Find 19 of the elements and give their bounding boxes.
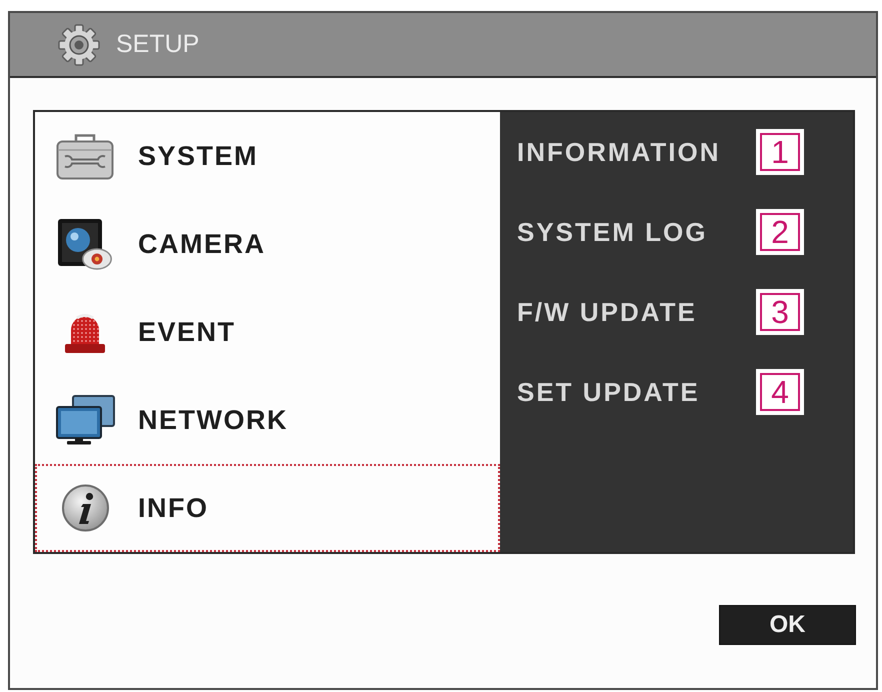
callout-number: 2 [756,209,804,255]
camera-icon [58,218,112,270]
submenu-item[interactable]: INFORMATION [517,136,720,168]
submenu-item[interactable]: SET UPDATE [517,376,700,408]
submenu-item[interactable]: SYSTEM LOG [517,216,708,248]
callout-number: 4 [756,369,804,415]
toolbox-icon [56,132,114,180]
submenu-item[interactable]: F/W UPDATE [517,296,697,328]
callout-number: 1 [756,129,804,175]
window-title: SETUP [116,32,200,57]
callout-number: 3 [756,289,804,335]
menu-item[interactable]: NETWORK [35,376,500,464]
info-icon [60,484,110,532]
monitors-icon [56,395,114,445]
menu-item[interactable]: EVENT [35,288,500,376]
ok-button[interactable]: OK [719,605,856,645]
menu-item[interactable]: CAMERA [35,200,500,288]
menu-item[interactable]: SYSTEM [35,112,500,200]
menu-item[interactable]: INFO [35,464,500,552]
